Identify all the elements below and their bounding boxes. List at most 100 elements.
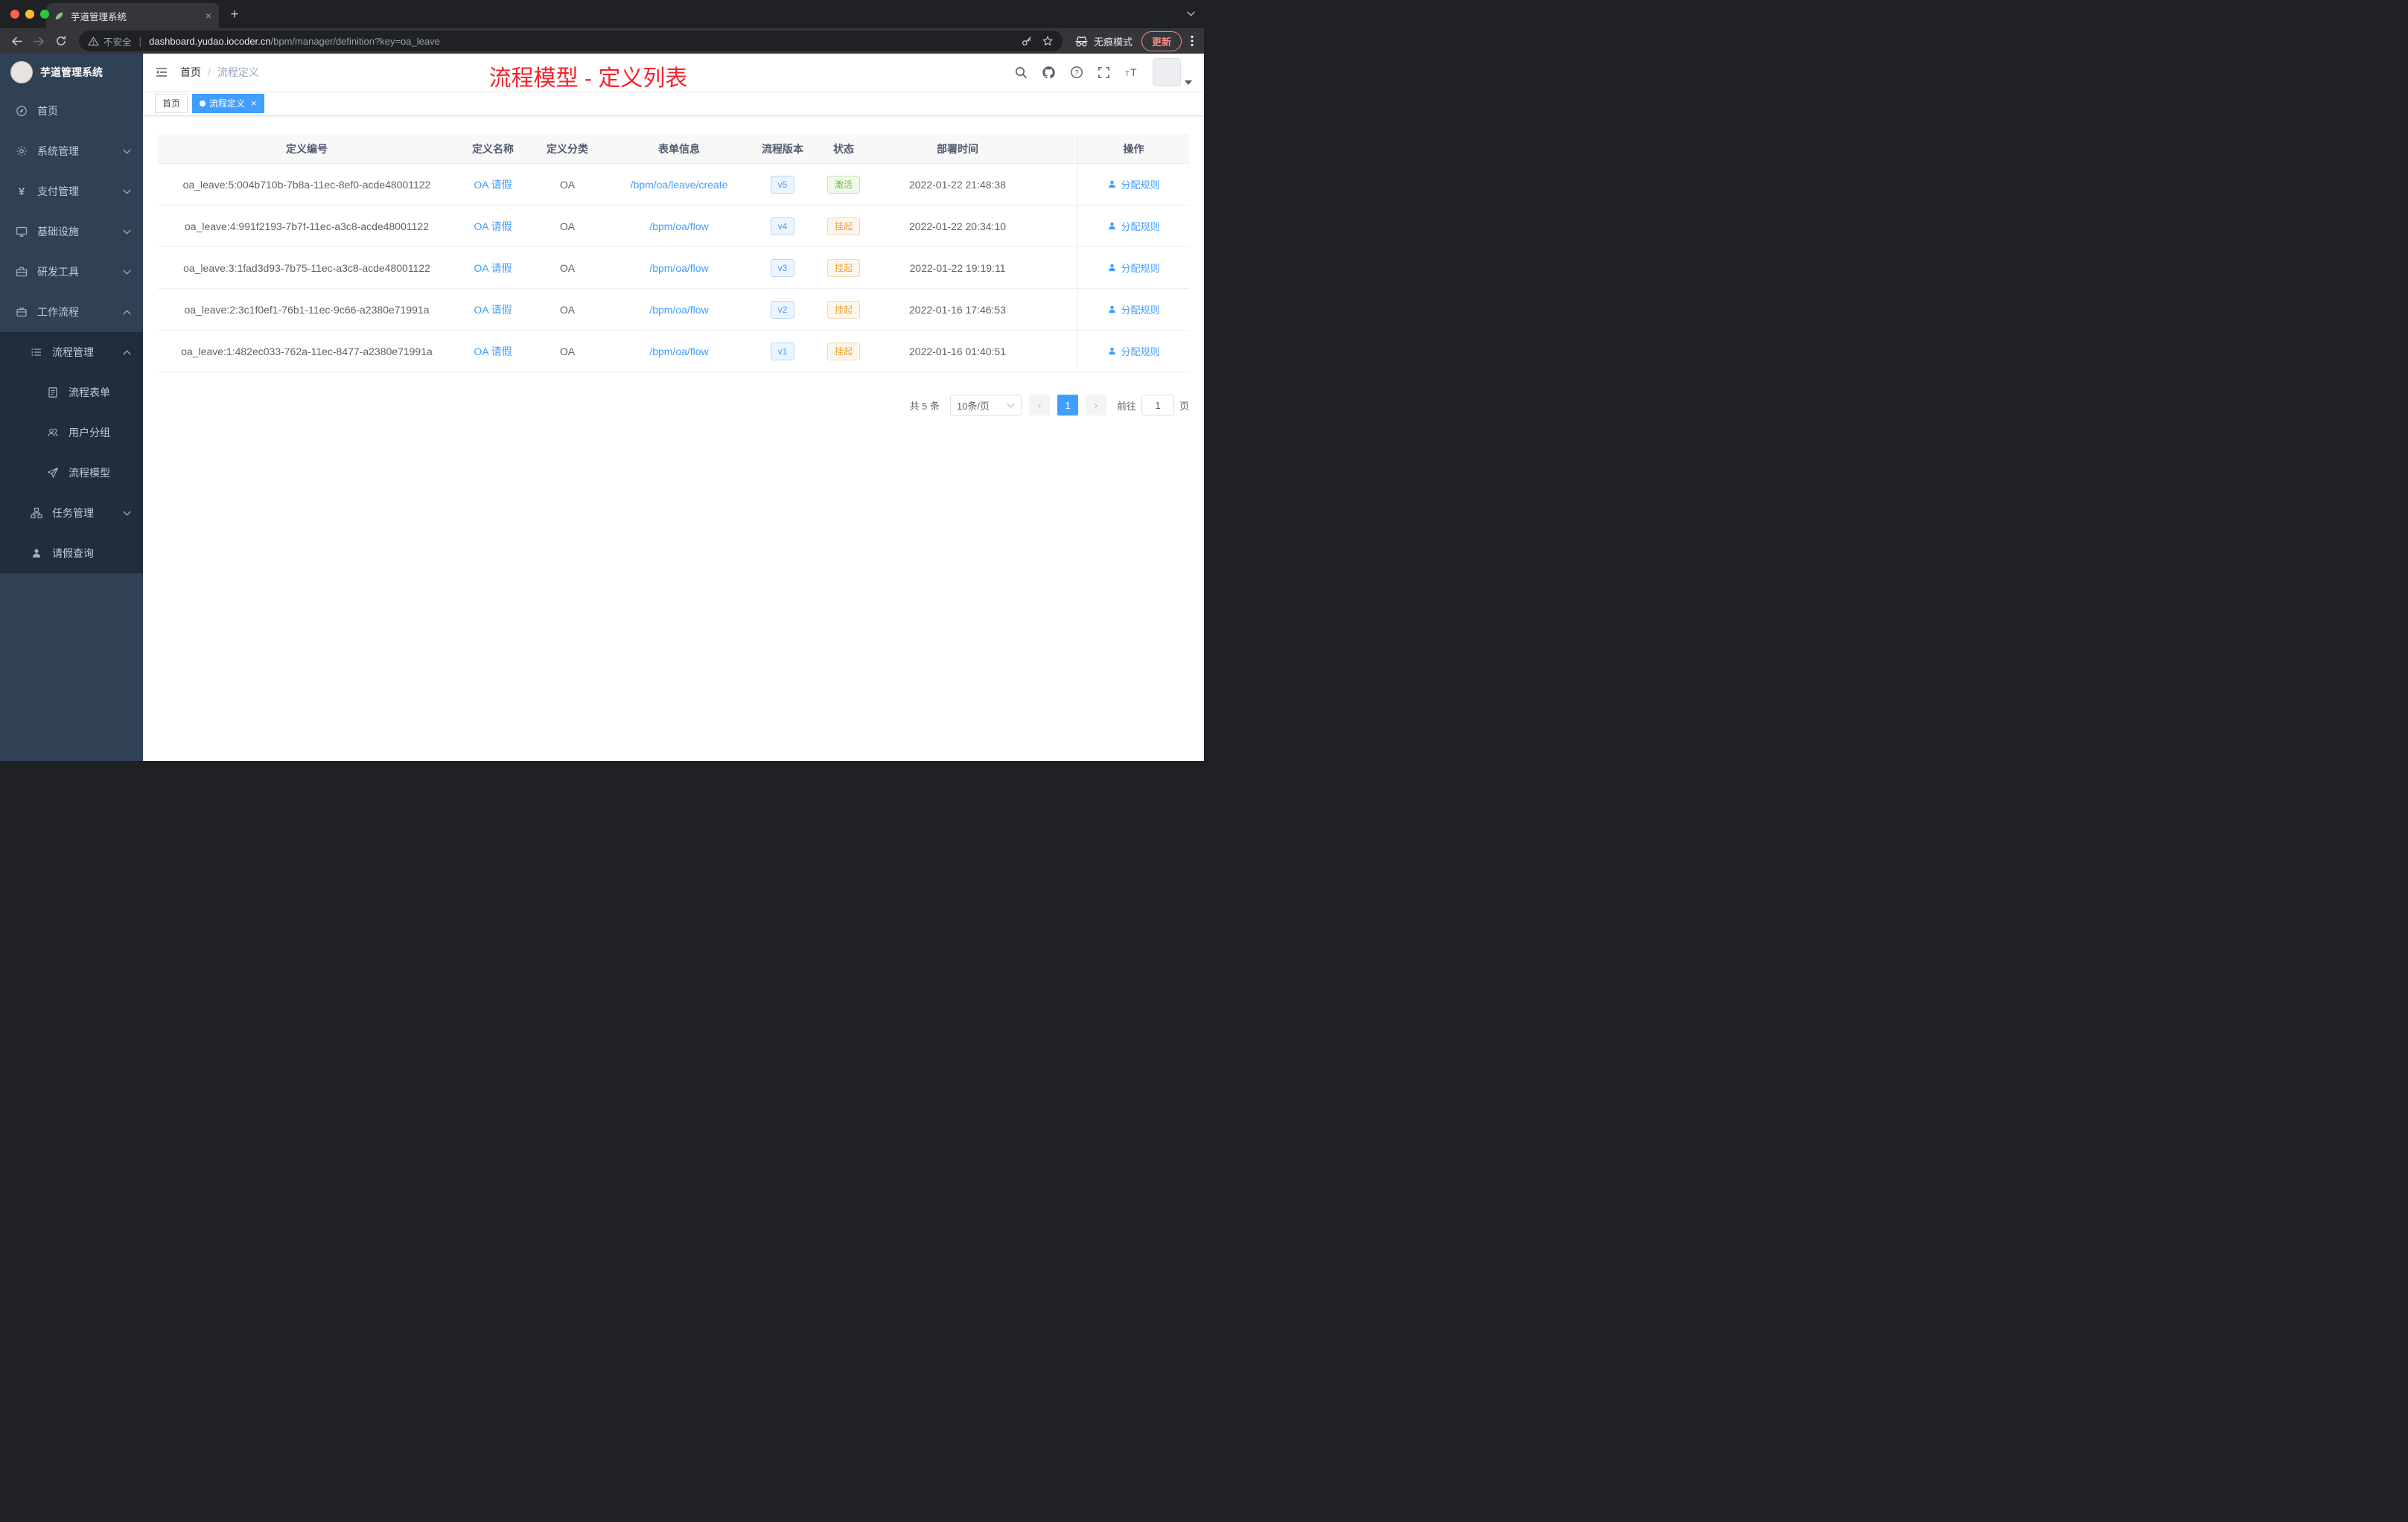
definition-name-link[interactable]: OA 请假 xyxy=(474,261,512,276)
github-icon[interactable] xyxy=(1042,66,1056,80)
assign-rule-label: 分配规则 xyxy=(1121,346,1160,357)
cell-form-info: /bpm/oa/flow xyxy=(605,331,754,372)
sidebar-item-devtools[interactable]: 研发工具 xyxy=(0,252,143,292)
form-info-link[interactable]: /bpm/oa/flow xyxy=(649,220,708,232)
update-button[interactable]: 更新 xyxy=(1141,31,1182,51)
sidebar-item-process-mgmt[interactable]: 流程管理 xyxy=(0,332,143,372)
col-status: 状态 xyxy=(833,142,854,155)
help-icon[interactable]: ? xyxy=(1070,66,1083,79)
definition-name-link[interactable]: OA 请假 xyxy=(474,302,512,317)
browser-window: 芋道管理系统 × + 不安全 | dashboard.yudao.iocoder… xyxy=(0,0,1204,761)
chevron-up-icon xyxy=(123,309,131,315)
cell-status: 激活 xyxy=(812,164,876,205)
next-page-button[interactable]: › xyxy=(1085,395,1106,415)
window-minimize-button[interactable] xyxy=(25,10,34,19)
cell-definition-id: oa_leave:2:3c1f0ef1-76b1-11ec-9c66-a2380… xyxy=(184,303,430,316)
browser-tab[interactable]: 芋道管理系统 × xyxy=(46,3,219,28)
assign-rule-link[interactable]: 分配规则 xyxy=(1107,219,1160,233)
user-menu[interactable] xyxy=(1153,58,1192,86)
sidebar-item-user-group[interactable]: 用户分组 xyxy=(0,413,143,453)
prev-page-button[interactable]: ‹ xyxy=(1028,395,1050,415)
assign-rule-link[interactable]: 分配规则 xyxy=(1107,261,1160,275)
assign-rule-link[interactable]: 分配规则 xyxy=(1107,344,1160,358)
sidebar-item-process-model[interactable]: 流程模型 xyxy=(0,453,143,493)
traffic-lights xyxy=(10,10,49,19)
cell-version: v1 xyxy=(754,331,812,372)
font-size-icon[interactable]: TT xyxy=(1124,66,1138,79)
search-icon[interactable] xyxy=(1014,66,1028,79)
pagination: 共 5 条 10条/页 ‹ 1 › 前往 页 xyxy=(158,395,1189,415)
sidebar-item-workflow[interactable]: 工作流程 xyxy=(0,292,143,332)
cell-deploy-time: 2022-01-16 17:46:53 xyxy=(909,303,1006,316)
window-close-button[interactable] xyxy=(10,10,19,19)
breadcrumb-home[interactable]: 首页 xyxy=(180,65,201,80)
browser-menu-icon[interactable] xyxy=(1191,35,1194,47)
form-info-link[interactable]: /bpm/oa/flow xyxy=(649,346,708,357)
definition-name-link[interactable]: OA 请假 xyxy=(474,177,512,192)
sidebar-item-system[interactable]: 系统管理 xyxy=(0,131,143,171)
back-icon[interactable] xyxy=(6,31,27,51)
definition-name-link[interactable]: OA 请假 xyxy=(474,219,512,234)
form-info-link[interactable]: /bpm/oa/leave/create xyxy=(631,179,728,191)
not-secure-warning-icon xyxy=(88,36,99,47)
avatar[interactable] xyxy=(1153,58,1181,86)
form-info-link[interactable]: /bpm/oa/flow xyxy=(649,304,708,316)
definition-name-link[interactable]: OA 请假 xyxy=(474,344,512,359)
reload-icon[interactable] xyxy=(51,31,71,51)
cell-action: 分配规则 xyxy=(1077,206,1189,246)
dashboard-icon xyxy=(15,105,28,117)
sidebar-fold-icon[interactable] xyxy=(155,66,168,79)
url-path: /bpm/manager/definition?key=oa_leave xyxy=(270,35,440,47)
sidebar-item-infra[interactable]: 基础设施 xyxy=(0,211,143,252)
col-form-info: 表单信息 xyxy=(658,142,700,155)
col-spacer xyxy=(1039,134,1077,163)
page-1-button[interactable]: 1 xyxy=(1057,395,1078,415)
chevron-down-icon xyxy=(123,149,131,154)
window-zoom-button[interactable] xyxy=(40,10,49,19)
tag-close-icon[interactable]: × xyxy=(251,98,257,109)
sidebar-item-payment[interactable]: ¥ 支付管理 xyxy=(0,171,143,211)
goto-page-input[interactable] xyxy=(1141,395,1174,415)
chevron-up-icon xyxy=(123,349,131,355)
sidebar-item-task-mgmt[interactable]: 任务管理 xyxy=(0,493,143,533)
sidebar-item-label: 用户分组 xyxy=(69,427,110,439)
sidebar-item-home[interactable]: 首页 xyxy=(0,91,143,131)
fullscreen-icon[interactable] xyxy=(1098,66,1110,79)
assign-rule-link[interactable]: 分配规则 xyxy=(1107,302,1160,316)
cell-category: OA xyxy=(559,261,576,274)
sidebar-item-label: 流程表单 xyxy=(69,386,110,398)
user-icon xyxy=(1107,221,1117,231)
assign-rule-label: 分配规则 xyxy=(1121,221,1160,232)
url-text[interactable]: dashboard.yudao.iocoder.cn/bpm/manager/d… xyxy=(149,36,1016,47)
col-definition-name: 定义名称 xyxy=(472,142,514,155)
svg-text:T: T xyxy=(1130,66,1137,78)
forward-icon[interactable] xyxy=(28,31,49,51)
assign-rule-link[interactable]: 分配规则 xyxy=(1107,177,1160,191)
tag-home[interactable]: 首页 xyxy=(155,93,188,113)
tab-search-chevron-icon[interactable] xyxy=(1187,11,1195,16)
bookmark-star-icon[interactable] xyxy=(1042,35,1054,47)
version-badge: v3 xyxy=(770,258,795,277)
tab-close-icon[interactable]: × xyxy=(206,10,211,22)
sidebar-item-leave-query[interactable]: 请假查询 xyxy=(0,533,143,573)
tag-process-definition[interactable]: 流程定义 × xyxy=(192,93,264,113)
sidebar-item-label: 流程模型 xyxy=(69,467,110,479)
password-key-icon[interactable] xyxy=(1021,35,1033,47)
cell-action: 分配规则 xyxy=(1077,164,1189,205)
sidebar-item-label: 请假查询 xyxy=(52,547,94,559)
cell-form-info: /bpm/oa/leave/create xyxy=(605,164,754,205)
incognito-icon xyxy=(1074,35,1089,48)
cell-definition-id: oa_leave:3:1fad3d93-7b75-11ec-a3c8-acde4… xyxy=(183,261,430,274)
active-tag-dot xyxy=(200,100,206,106)
address-bar[interactable]: 不安全 | dashboard.yudao.iocoder.cn/bpm/man… xyxy=(79,31,1063,51)
form-info-link[interactable]: /bpm/oa/flow xyxy=(649,262,708,274)
cell-deploy-time: 2022-01-22 21:48:38 xyxy=(909,178,1006,191)
sidebar-logo[interactable]: 芋道管理系统 xyxy=(0,54,143,91)
not-secure-label[interactable]: 不安全 xyxy=(103,34,132,48)
col-definition-id: 定义编号 xyxy=(286,142,328,155)
sidebar-item-process-form[interactable]: 流程表单 xyxy=(0,372,143,413)
sidebar-item-label: 支付管理 xyxy=(37,185,79,197)
page-size-select[interactable]: 10条/页 xyxy=(949,395,1022,415)
new-tab-button[interactable]: + xyxy=(225,5,244,25)
table-row: oa_leave:5:004b710b-7b8a-11ec-8ef0-acde4… xyxy=(158,164,1189,206)
